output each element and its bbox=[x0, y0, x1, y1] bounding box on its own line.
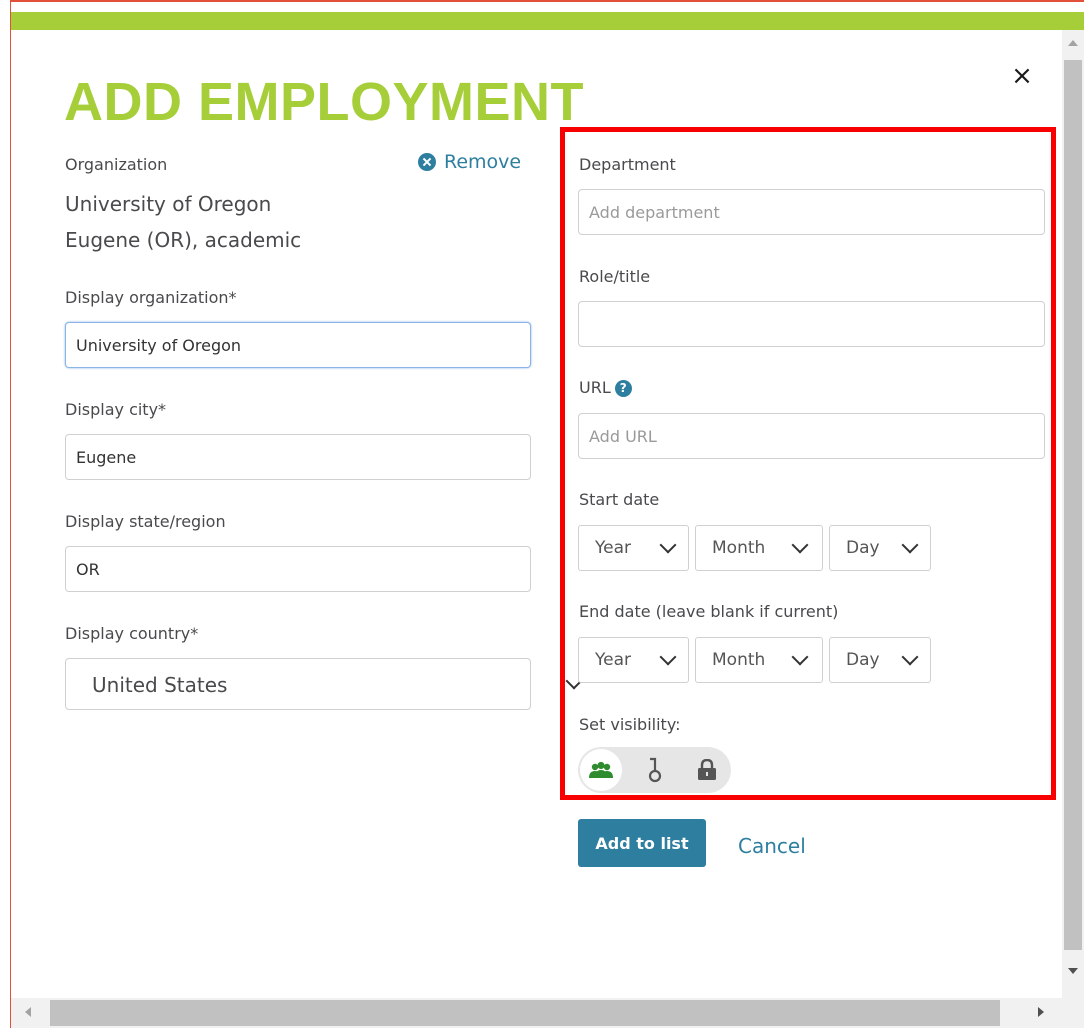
add-to-list-button[interactable]: Add to list bbox=[578, 819, 706, 867]
scroll-up-arrow-icon[interactable] bbox=[1068, 40, 1078, 46]
close-button[interactable]: × bbox=[1008, 62, 1036, 90]
organization-details: Eugene (OR), academic bbox=[65, 228, 302, 252]
remove-label: Remove bbox=[444, 151, 522, 173]
vertical-scrollbar[interactable] bbox=[1062, 30, 1084, 998]
scroll-right-arrow-icon[interactable] bbox=[1038, 1007, 1044, 1017]
display-country-select[interactable]: United States bbox=[65, 658, 583, 710]
cancel-button[interactable]: Cancel bbox=[738, 834, 806, 858]
display-state-label: Display state/region bbox=[65, 512, 226, 531]
display-country-label: Display country* bbox=[65, 624, 199, 643]
display-city-label: Display city* bbox=[65, 400, 167, 419]
vertical-scroll-thumb[interactable] bbox=[1064, 60, 1082, 950]
scroll-left-arrow-icon[interactable] bbox=[25, 1007, 31, 1017]
display-country-value: United States bbox=[92, 673, 228, 697]
display-state-input[interactable] bbox=[65, 546, 531, 592]
organization-label: Organization bbox=[65, 155, 168, 174]
highlight-annotation-box bbox=[560, 127, 1056, 800]
horizontal-scrollbar[interactable] bbox=[11, 998, 1084, 1028]
dialog-title: ADD EMPLOYMENT bbox=[64, 72, 584, 132]
horizontal-scroll-thumb[interactable] bbox=[50, 1000, 1000, 1026]
remove-icon bbox=[418, 153, 436, 171]
organization-name: University of Oregon bbox=[65, 192, 272, 216]
display-organization-input[interactable] bbox=[65, 322, 531, 368]
remove-organization-link[interactable]: Remove bbox=[418, 151, 521, 173]
display-organization-label: Display organization* bbox=[65, 288, 237, 307]
window-frame-left bbox=[10, 0, 11, 1028]
scroll-down-arrow-icon[interactable] bbox=[1068, 968, 1078, 974]
window-frame-top bbox=[10, 0, 1084, 2]
display-city-input[interactable] bbox=[65, 434, 531, 480]
header-accent-bar bbox=[11, 12, 1084, 30]
